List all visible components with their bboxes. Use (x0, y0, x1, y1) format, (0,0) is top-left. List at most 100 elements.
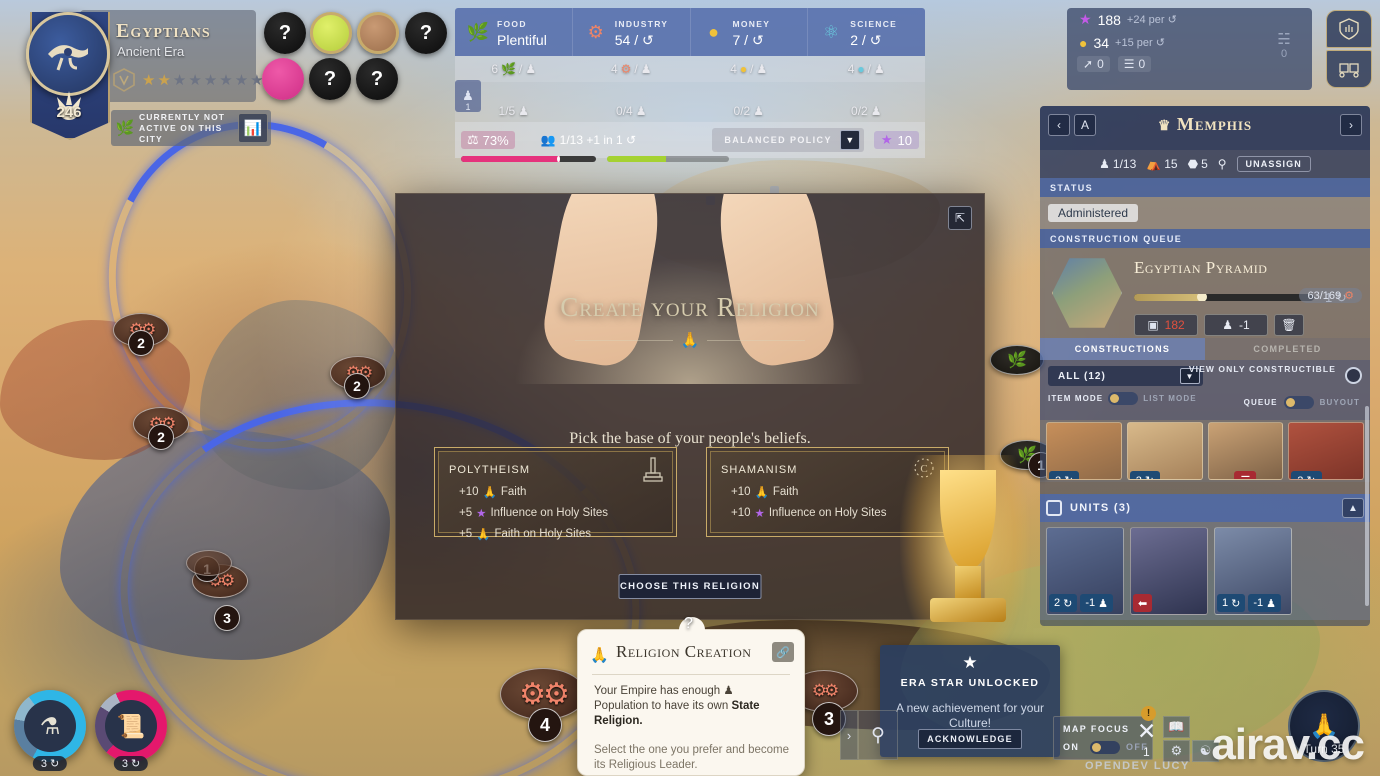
empire-resources-panel[interactable]: ★ 188 +24 per ↺ ● 34 +15 per ↺ ➚ 0 ☰ 0 ☵ 0 (1067, 8, 1312, 90)
unit-card-cavalry[interactable]: ⬅ (1130, 527, 1208, 615)
population-growth-chip[interactable]: 👥 1/13 +1 in 1 ↺ (541, 133, 636, 147)
era-star-toast[interactable]: ★ ERA STAR UNLOCKED A new achievement fo… (880, 645, 1060, 757)
population-icon: ♟ (640, 62, 652, 76)
pin-icon[interactable]: 🔗 (772, 642, 794, 662)
policy-selector[interactable]: BALANCED POLICY ▼ (712, 128, 864, 152)
research-orb[interactable]: ⚗ 3 ↻ (14, 690, 86, 771)
amount: +10 (731, 486, 751, 498)
religion-creation-modal[interactable]: ⇱ Create your Religion 🙏 Pick the base o… (395, 193, 985, 620)
mode-toggle[interactable] (1108, 392, 1139, 405)
settings-gear-icon[interactable]: ⚙ (1163, 740, 1190, 762)
city-panel-scrollbar[interactable] (1365, 406, 1369, 606)
fortification-icon: ⛺ (1146, 157, 1162, 171)
queue-population-cost[interactable]: ♟ -1 (1204, 314, 1268, 336)
queue-delete-button[interactable]: 🗑 (1274, 314, 1304, 336)
book-icon[interactable]: 📖 (1163, 716, 1190, 738)
empire-panel[interactable]: 246 Egyptians Ancient Era ★ ★ ★ ★ ★ ★ ★ … (18, 8, 271, 146)
faction-green-empire[interactable] (310, 12, 352, 54)
map-token-count: 2 (148, 424, 174, 450)
construction-filters[interactable]: ALL (12) ▼ VIEW ONLY CONSTRUCTIBLE ITEM … (1040, 360, 1370, 420)
value: 0/4 (616, 104, 633, 118)
faction-unknown-4[interactable]: ? (356, 58, 398, 100)
resource-money[interactable]: ● MONEY 7 / ↺ (691, 8, 809, 56)
civics-orb[interactable]: 📜 3 ↻ (95, 690, 167, 771)
population-burden-chip: ♟ 1 (455, 80, 481, 112)
construction-item[interactable]: 2↻ (1288, 422, 1364, 480)
construction-items-grid[interactable]: 2↻ 2↻ ☰ 2↻ (1040, 420, 1370, 482)
fame-medal-icon (113, 68, 135, 92)
stability-chip[interactable]: ⚖ 73% (461, 131, 515, 149)
value: 182 (1164, 318, 1185, 332)
minimize-button[interactable]: ⇱ (948, 206, 972, 230)
next-city-button[interactable]: › (1340, 114, 1362, 136)
construction-queue-body[interactable]: Egyptian Pyramid 1 ↻ 63/169 ⚙ ▣ 182 ♟ -1… (1040, 248, 1370, 338)
industry-workers[interactable]: 0/4 ♟ (573, 82, 691, 122)
resource-science[interactable]: ⚛ SCIENCE 2 / ↺ (808, 8, 925, 56)
amount: +10 (731, 507, 751, 519)
religion-creation-tooltip[interactable]: 🙏 Religion Creation 🔗 Your Empire has en… (577, 617, 805, 776)
close-icon[interactable]: ✕ (1137, 718, 1156, 745)
resource-value: 7 / ↺ (732, 32, 764, 48)
trade-routes-button[interactable] (1326, 50, 1372, 88)
queue-buyout-button[interactable]: ▣ 182 (1134, 314, 1198, 336)
city-panel[interactable]: ‹ A ♛ Memphis › ♟ 1/13 ⛺ 15 ⬣ 5 ⚲ UNASSIGN … (1040, 106, 1370, 626)
resource-food[interactable]: 🌿 FOOD Plentiful (455, 8, 573, 56)
stability-bar (461, 156, 596, 162)
tab-constructions[interactable]: CONSTRUCTIONS (1040, 338, 1205, 360)
queue-toggle[interactable] (1283, 396, 1314, 409)
scroll-chip[interactable]: ☰ 0 (1117, 56, 1152, 72)
construction-item[interactable]: ☰ (1207, 422, 1284, 480)
religion-option-polytheism[interactable]: POLYTHEISM +10 🙏 Faith +5 ★ Influence on Hol… (434, 447, 677, 541)
item-list-mode-switch[interactable]: ITEM MODE LIST MODE (1048, 392, 1197, 405)
unit-card-runner[interactable]: 1 ↻ -1 ♟ (1214, 527, 1292, 615)
chevron-down-icon[interactable]: ▼ (839, 130, 860, 150)
unit-portrait-button[interactable]: ⚲ (858, 710, 898, 760)
city-status-text: CURRENTLY NOT ACTIVE ON THIS CITY (139, 111, 226, 144)
construction-item[interactable]: 2↻ (1046, 422, 1122, 480)
unassign-button[interactable]: UNASSIGN (1236, 156, 1311, 172)
effect-line: +10 🙏 Faith (459, 485, 662, 499)
faction-tan-empire[interactable] (357, 12, 399, 54)
city-status-chip[interactable]: 🌿 CURRENTLY NOT ACTIVE ON THIS CITY 📊 (111, 110, 271, 146)
unit-card-archer[interactable]: 2 ↻ -1 ♟ (1046, 527, 1124, 615)
unit-cycle-next-button[interactable]: › (840, 710, 858, 760)
upgrade-chip[interactable]: ➚ 0 (1077, 56, 1110, 72)
status-badge: Administered (1048, 204, 1139, 222)
religion-option-shamanism[interactable]: SHAMANISM C +10 🙏 Faith +10 ★ Influence on H… (706, 447, 949, 537)
trophy-stem (955, 566, 981, 600)
faction-unknown-1[interactable]: ? (264, 12, 306, 54)
bar-chart-icon[interactable]: 📊 (238, 113, 268, 143)
category-filter-dropdown[interactable]: ALL (12) ▼ (1048, 366, 1203, 386)
population-icon: ♟ (753, 104, 764, 118)
construction-item[interactable]: 2↻ (1126, 422, 1203, 480)
trophy-base (930, 598, 1006, 622)
map-focus-label: MAP FOCUS (1063, 724, 1130, 734)
choose-religion-button[interactable]: CHOOSE THIS RELIGION (618, 574, 762, 599)
faction-pink-empire[interactable] (262, 58, 304, 100)
map-food-token[interactable]: 🌿 (990, 345, 1044, 375)
queue-mode-label: QUEUE (1243, 397, 1278, 407)
units-list[interactable]: 2 ↻ -1 ♟ ⬅ 1 ↻ -1 ♟ (1040, 522, 1370, 620)
money-workers[interactable]: 0/2 ♟ (690, 82, 808, 122)
view-only-constructible-toggle[interactable] (1345, 367, 1362, 384)
faction-unknown-2[interactable]: ? (405, 12, 447, 54)
science-workers[interactable]: 0/2 ♟ (808, 82, 926, 122)
map-focus-toggle[interactable] (1090, 741, 1120, 754)
map-resource-token[interactable] (186, 550, 232, 576)
units-section-header[interactable]: UNITS (3) ▲ (1040, 494, 1370, 522)
units-checkbox[interactable] (1046, 500, 1062, 516)
tab-completed[interactable]: COMPLETED (1205, 338, 1370, 360)
turn-icon: ↻ (49, 758, 60, 770)
chevron-up-icon[interactable]: ▲ (1342, 498, 1364, 518)
acknowledge-button[interactable]: ACKNOWLEDGE (918, 729, 1022, 749)
diplomacy-button[interactable] (1326, 10, 1372, 48)
resource-industry[interactable]: ⚙ INDUSTRY 54 / ↺ (573, 8, 691, 56)
resource-bar[interactable]: 🌿 FOOD Plentiful ⚙ INDUSTRY 54 / ↺ ● MON… (455, 8, 926, 162)
city-panel-tabs[interactable]: CONSTRUCTIONS COMPLETED (1040, 338, 1370, 360)
spirit-circle-icon: C (912, 456, 936, 485)
influence-chip[interactable]: ★ 10 (873, 131, 919, 149)
faction-unknown-3[interactable]: ? (309, 58, 351, 100)
queue-buyout-switch[interactable]: QUEUE BUYOUT (1244, 396, 1360, 409)
svg-text:C: C (920, 463, 927, 475)
value: 0 (1280, 48, 1288, 60)
